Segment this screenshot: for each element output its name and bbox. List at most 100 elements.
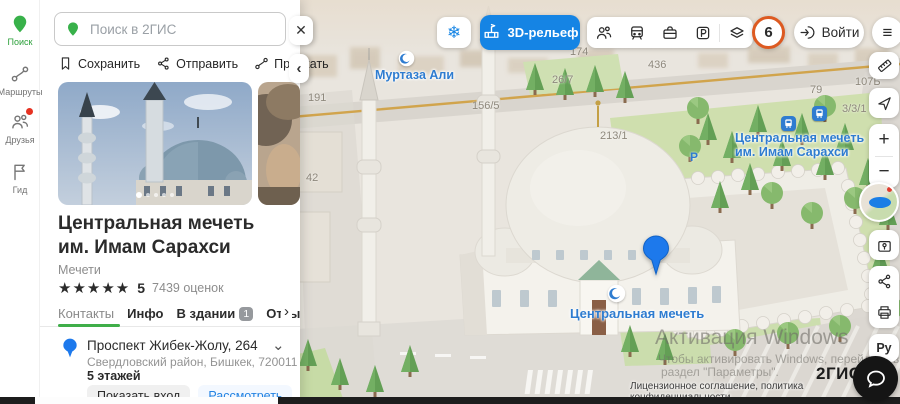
windows-activation-watermark-line3: раздел "Параметры".	[661, 365, 779, 379]
share-label: Отправить	[176, 57, 238, 71]
house-number-label: 436	[648, 59, 666, 71]
share-place-button[interactable]: Отправить	[156, 56, 238, 71]
layers-button[interactable]	[720, 17, 753, 48]
search-input[interactable]	[90, 22, 275, 37]
tab-inside-label: В здании	[177, 306, 236, 321]
tabs-more-arrow[interactable]: ›	[281, 303, 292, 320]
parking-map-icon[interactable]: P	[690, 150, 698, 164]
transport-layer-button[interactable]	[620, 17, 653, 48]
bus-stop-label-line1: Центральная мечеть	[735, 131, 847, 145]
place-photo-main[interactable]	[58, 82, 252, 205]
bookmark-icon	[58, 56, 73, 71]
address-floors: 5 этажей	[87, 369, 141, 383]
map-canvas[interactable]: Муртаза Али 191 156/5 174 436 213/1 26/7…	[280, 0, 900, 404]
address-area: Свердловский район, Бишкек, 720011	[87, 355, 297, 369]
sidebar-item-label: Гид	[13, 185, 28, 195]
hamburger-icon: ≡	[883, 23, 893, 43]
search-pin-icon	[10, 14, 30, 34]
place-card-panel: Сохранить Отправить Проехать	[40, 0, 300, 404]
place-actions-row: Сохранить Отправить Проехать	[58, 56, 288, 71]
login-arrow-icon	[799, 24, 816, 41]
notifications-counter-button[interactable]: 6	[752, 16, 785, 49]
ruler-tool-button[interactable]	[869, 52, 899, 79]
parking-layer-button[interactable]	[686, 17, 719, 48]
show-on-map-button[interactable]	[869, 230, 899, 260]
map-label-central-mosque[interactable]: Центральная мечеть	[570, 306, 704, 321]
sidebar-item-friends[interactable]: Друзья	[0, 112, 40, 145]
menu-button[interactable]: ≡	[872, 17, 900, 48]
mosque-crescent-icon[interactable]	[398, 50, 415, 67]
map-label-murtaza-ali[interactable]: Муртаза Али	[375, 68, 454, 82]
house-number-label: 79	[810, 84, 822, 96]
map-layers-toolbar	[587, 17, 753, 48]
save-label: Сохранить	[78, 57, 140, 71]
bus-stop-label-line2: им. Имам Сарахси	[735, 145, 847, 159]
photo-carousel[interactable]	[58, 82, 300, 205]
windows-activation-watermark: Активация Windows	[655, 326, 849, 350]
location-arrow-icon	[876, 95, 893, 112]
place-category[interactable]: Мечети	[58, 263, 101, 277]
business-layer-button[interactable]	[653, 17, 686, 48]
sidebar-item-routes[interactable]: Маршруты	[0, 64, 40, 97]
rating-row[interactable]: ★★★★★ 5 7439 оценок	[58, 279, 224, 297]
place-photo-next[interactable]	[258, 82, 300, 205]
flag-icon	[10, 162, 30, 182]
active-tab-underline	[58, 324, 120, 327]
winter-mode-button[interactable]: ❄	[437, 17, 471, 48]
bottom-edge-panel-strip	[35, 397, 278, 404]
route-icon	[254, 56, 269, 71]
address-street[interactable]: Проспект Жибек-Жолу, 264	[87, 338, 258, 353]
close-panel-button[interactable]: ✕	[289, 16, 313, 45]
house-number-label: 42	[306, 172, 318, 184]
house-number-label: 156/5	[472, 100, 500, 112]
map-pin-icon	[876, 237, 893, 254]
preview-pin-dot	[887, 187, 892, 192]
sidebar-item-label: Поиск	[8, 37, 33, 47]
bus-stop-icon[interactable]	[812, 106, 827, 121]
house-number-label: 3/3/1	[842, 103, 866, 115]
3d-preview-thumbnail	[861, 184, 897, 220]
route-icon	[10, 64, 30, 84]
search-bar[interactable]	[54, 12, 286, 46]
sidebar-item-label: Маршруты	[0, 87, 42, 97]
zoom-in-button[interactable]: +	[869, 124, 899, 156]
mosque-crescent-icon[interactable]	[607, 284, 626, 303]
share-icon	[156, 56, 171, 71]
bus-stop-icon[interactable]	[781, 116, 796, 131]
bus-stop-label[interactable]: Центральная мечеть им. Имам Сарахси	[735, 131, 847, 159]
ruler-icon	[876, 57, 893, 74]
counter-value: 6	[764, 24, 772, 41]
sidebar-item-label: Друзья	[5, 135, 34, 145]
login-button[interactable]: Войти	[794, 17, 864, 48]
preview-stadium-shape	[869, 197, 891, 208]
selected-place-pin[interactable]	[641, 234, 671, 276]
save-button[interactable]: Сохранить	[58, 56, 140, 71]
mosque-photo	[58, 82, 252, 205]
tab-info[interactable]: Инфо	[127, 306, 163, 321]
my-location-button[interactable]	[869, 88, 899, 118]
tab-inside-badge: 1	[239, 307, 253, 321]
address-chevron-icon[interactable]: ⌄	[272, 336, 285, 354]
2gis-pin-icon	[65, 21, 81, 37]
friends-layer-button[interactable]	[587, 17, 620, 48]
print-button[interactable]	[869, 297, 899, 328]
chat-bubble-icon	[864, 367, 888, 391]
3d-relief-label: 3D-рельеф	[508, 25, 579, 40]
house-number-label: 26/7	[552, 74, 573, 86]
tab-inside[interactable]: В здании 1	[177, 306, 254, 321]
chat-support-button[interactable]	[853, 356, 898, 401]
sidebar-item-guide[interactable]: Гид	[0, 162, 40, 195]
house-number-label: 191	[308, 92, 326, 104]
place-title: Центральная мечеть им. Имам Сарахси	[58, 212, 286, 260]
3d-preview-button[interactable]	[859, 182, 899, 222]
snowflake-icon: ❄	[447, 23, 461, 43]
tab-contacts[interactable]: Контакты	[58, 306, 114, 321]
sidebar-item-search[interactable]: Поиск	[0, 14, 40, 47]
share-button[interactable]	[869, 266, 899, 297]
3d-relief-button[interactable]: 3D-рельеф	[480, 15, 580, 50]
rating-value: 5	[137, 280, 145, 296]
photo-carousel-dots[interactable]	[136, 192, 174, 198]
bottom-edge-strip	[0, 397, 900, 404]
mosque-photo-2	[258, 82, 300, 205]
collapse-panel-button[interactable]: ‹	[289, 54, 309, 83]
